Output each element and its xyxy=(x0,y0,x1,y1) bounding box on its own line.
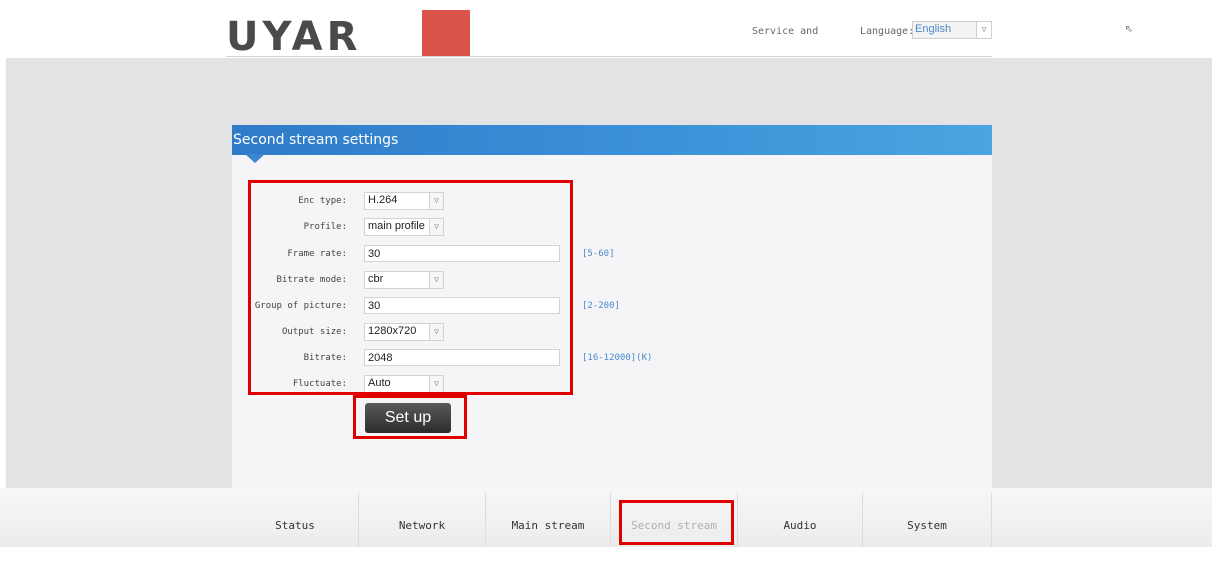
logo: UYAR xyxy=(226,14,362,58)
form-highlight-box xyxy=(248,180,573,395)
service-text: Service and xyxy=(752,26,819,37)
bitrate-hint: [16-12000](K) xyxy=(582,353,653,363)
tab-system[interactable]: System xyxy=(863,488,991,547)
frame-rate-hint: [5-60] xyxy=(582,249,615,259)
tab-status[interactable]: Status xyxy=(232,488,358,547)
language-select[interactable]: English ▽ xyxy=(912,21,992,39)
chevron-down-icon: ▽ xyxy=(976,22,991,38)
tab-highlight-box xyxy=(619,500,734,545)
header-divider xyxy=(226,56,992,57)
panel-notch xyxy=(245,154,265,163)
nav-divider xyxy=(991,493,992,547)
top-header: UYAR Service and Language: English ▽ ⇖ xyxy=(0,0,1212,58)
setup-highlight-box xyxy=(353,395,467,439)
language-label: Language: xyxy=(860,26,915,37)
mouse-pointer-icon: ⇖ xyxy=(1125,20,1134,36)
panel-title: Second stream settings xyxy=(233,132,399,148)
tab-network[interactable]: Network xyxy=(359,488,485,547)
active-tab-pointer xyxy=(663,478,683,488)
tab-audio[interactable]: Audio xyxy=(738,488,862,547)
logo-red-block xyxy=(422,10,470,56)
gop-hint: [2-200] xyxy=(582,301,620,311)
tab-main-stream[interactable]: Main stream xyxy=(486,488,610,547)
language-select-value: English xyxy=(915,23,952,35)
